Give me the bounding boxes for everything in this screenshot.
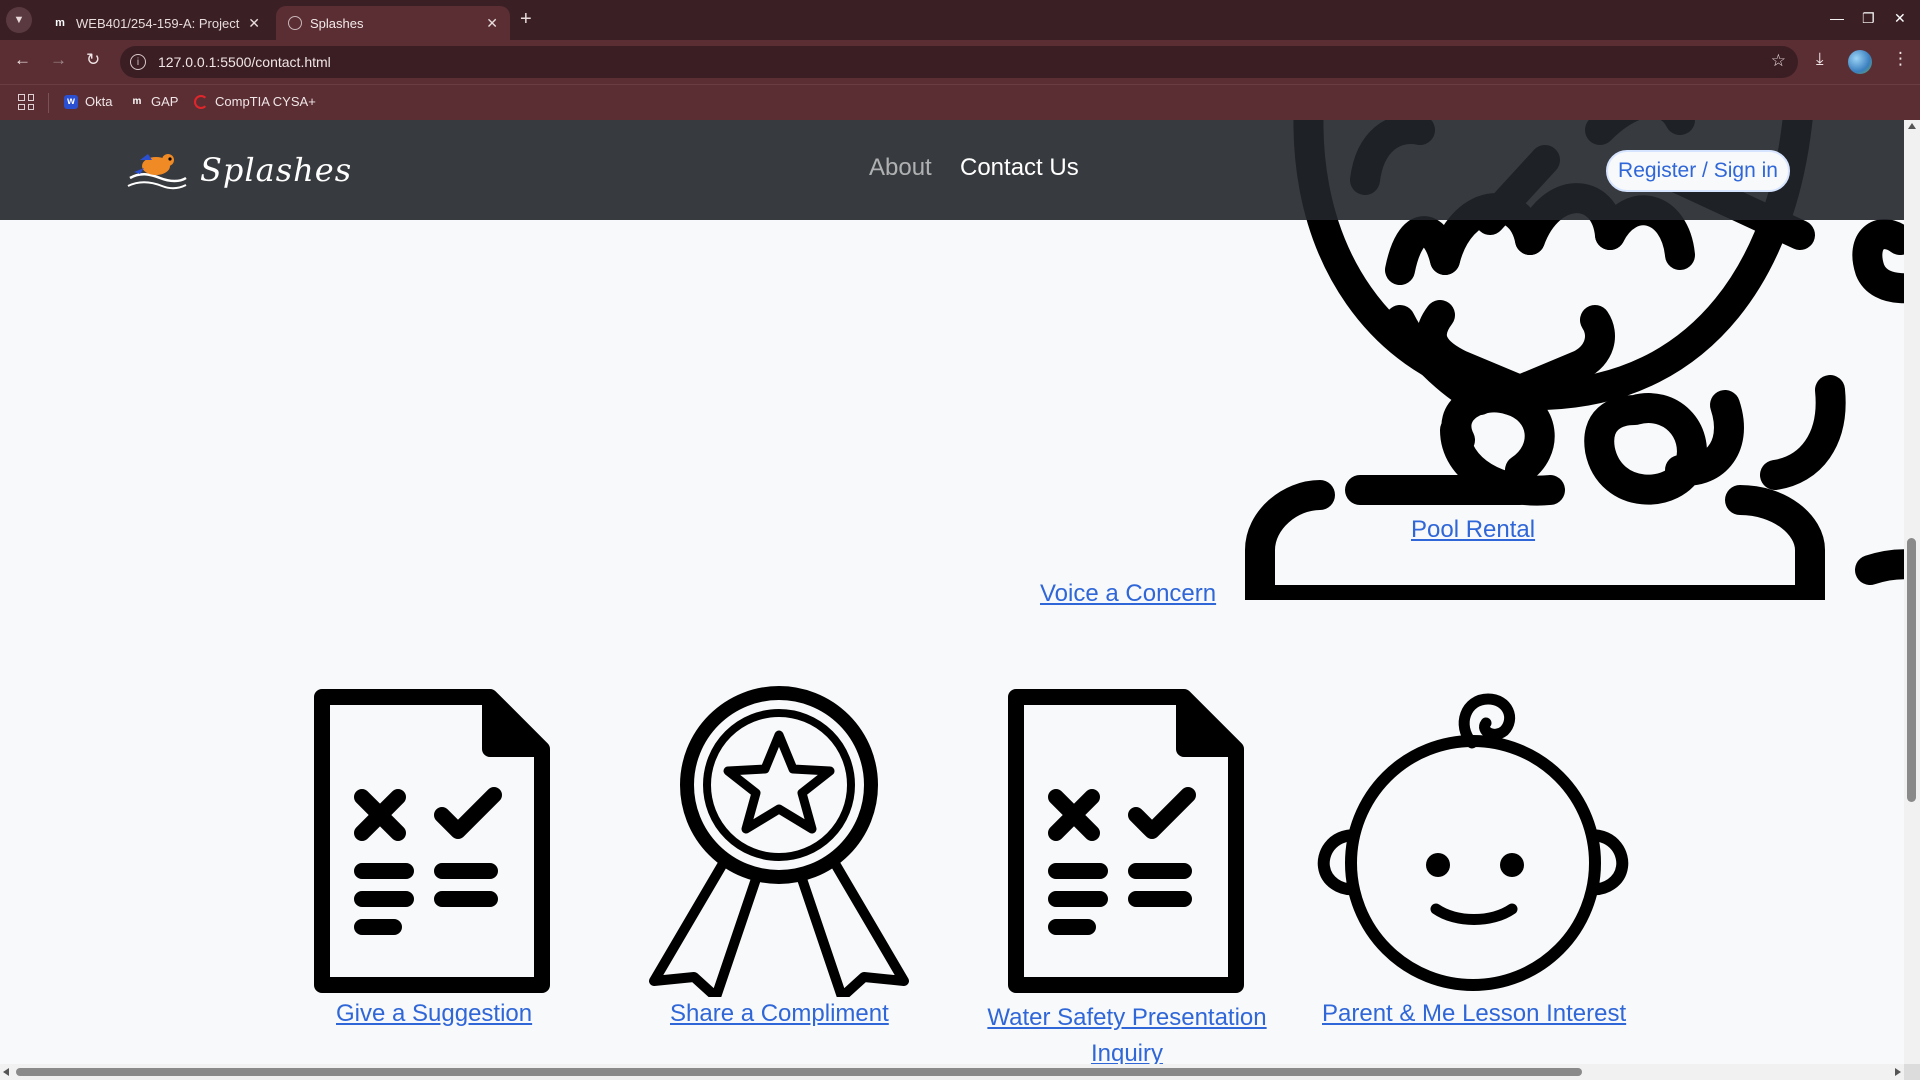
scroll-left-arrow-icon[interactable] bbox=[3, 1068, 9, 1076]
restore-icon[interactable]: ❐ bbox=[1862, 10, 1875, 27]
bookmark-label: GAP bbox=[151, 94, 179, 109]
new-tab-plus-icon[interactable]: + bbox=[520, 8, 532, 31]
page-viewport: Splashes About Contact Us Register / Sig… bbox=[0, 120, 1904, 1064]
checklist-document-icon bbox=[1008, 689, 1244, 993]
scrollbar-corner bbox=[1904, 1064, 1920, 1080]
vertical-scrollbar[interactable] bbox=[1904, 120, 1920, 1064]
browser-tab-project[interactable]: m WEB401/254-159-A: Project ✕ bbox=[40, 6, 272, 40]
share-compliment-link[interactable]: Share a Compliment bbox=[670, 1000, 889, 1028]
scroll-right-arrow-icon[interactable] bbox=[1895, 1068, 1901, 1076]
window-close-icon[interactable]: ✕ bbox=[1894, 10, 1906, 27]
nav-link-contact[interactable]: Contact Us bbox=[960, 154, 1079, 182]
tab-title: WEB401/254-159-A: Project bbox=[76, 15, 240, 31]
profile-avatar[interactable] bbox=[1848, 50, 1872, 74]
browser-tab-strip: ▼ m WEB401/254-159-A: Project ✕ Splashes… bbox=[0, 0, 1920, 40]
give-suggestion-link[interactable]: Give a Suggestion bbox=[336, 1000, 532, 1028]
bookmark-star-icon[interactable]: ☆ bbox=[1771, 51, 1786, 71]
url-text[interactable]: 127.0.0.1:5500/contact.html bbox=[158, 54, 331, 70]
tab-title: Splashes bbox=[310, 15, 364, 31]
close-icon[interactable]: ✕ bbox=[248, 15, 260, 32]
back-arrow-icon[interactable]: ← bbox=[14, 50, 31, 70]
bookmark-gap[interactable]: m GAP bbox=[130, 94, 179, 109]
horizontal-scroll-thumb[interactable] bbox=[16, 1068, 1582, 1076]
brand-name: Splashes bbox=[200, 151, 353, 189]
scroll-up-arrow-icon[interactable] bbox=[1908, 123, 1916, 129]
pool-rental-link[interactable]: Pool Rental bbox=[1411, 516, 1535, 544]
water-safety-label-line2[interactable]: Inquiry bbox=[1091, 1040, 1163, 1064]
okta-icon: w bbox=[64, 94, 78, 109]
forward-arrow-icon[interactable]: → bbox=[50, 50, 67, 70]
water-safety-inquiry-link[interactable]: Water Safety Presentation Inquiry bbox=[982, 1000, 1272, 1064]
splashes-logo-icon bbox=[127, 154, 187, 190]
reload-icon[interactable]: ↻ bbox=[86, 50, 100, 70]
baby-face-icon bbox=[1317, 693, 1629, 991]
award-ribbon-icon bbox=[649, 686, 909, 997]
tab-search-chevron-icon[interactable]: ▼ bbox=[6, 7, 32, 33]
register-sign-in-button[interactable]: Register / Sign in bbox=[1606, 150, 1790, 192]
nav-link-about[interactable]: About bbox=[869, 154, 932, 182]
close-icon[interactable]: ✕ bbox=[486, 15, 498, 32]
apps-grid-icon[interactable] bbox=[18, 94, 34, 110]
globe-icon bbox=[288, 16, 302, 30]
bookmark-okta[interactable]: w Okta bbox=[64, 94, 112, 109]
bookmark-label: CompTIA CYSA+ bbox=[215, 94, 316, 109]
horizontal-scrollbar[interactable] bbox=[0, 1064, 1904, 1080]
site-navbar: Splashes About Contact Us Register / Sig… bbox=[0, 120, 1904, 220]
minimize-icon[interactable]: — bbox=[1830, 10, 1844, 26]
voice-concern-link[interactable]: Voice a Concern bbox=[1040, 580, 1216, 608]
brand-home-link[interactable]: Splashes bbox=[126, 148, 352, 192]
browser-toolbar: ← → ↻ i 127.0.0.1:5500/contact.html ☆ ⤓ … bbox=[0, 40, 1920, 84]
checklist-document-icon bbox=[314, 689, 550, 993]
browser-tab-splashes[interactable]: Splashes ✕ bbox=[276, 6, 510, 40]
water-safety-label-line1[interactable]: Water Safety Presentation bbox=[987, 1004, 1266, 1031]
address-bar[interactable]: i 127.0.0.1:5500/contact.html ☆ bbox=[120, 46, 1798, 78]
bookmark-label: Okta bbox=[85, 94, 113, 109]
bookmarks-divider bbox=[48, 93, 49, 113]
moodle-icon: m bbox=[132, 96, 142, 107]
bookmark-comptia[interactable]: CompTIA CYSA+ bbox=[194, 94, 316, 109]
vertical-scroll-thumb[interactable] bbox=[1907, 538, 1916, 802]
download-icon[interactable]: ⤓ bbox=[1816, 49, 1824, 69]
site-info-icon[interactable]: i bbox=[130, 54, 146, 70]
parent-me-lesson-link[interactable]: Parent & Me Lesson Interest bbox=[1322, 1000, 1626, 1028]
moodle-icon: m bbox=[55, 17, 65, 29]
comptia-icon bbox=[194, 94, 208, 109]
bookmarks-bar: w Okta m GAP CompTIA CYSA+ bbox=[0, 84, 1920, 120]
kebab-menu-icon[interactable]: ⋮ bbox=[1892, 49, 1909, 69]
